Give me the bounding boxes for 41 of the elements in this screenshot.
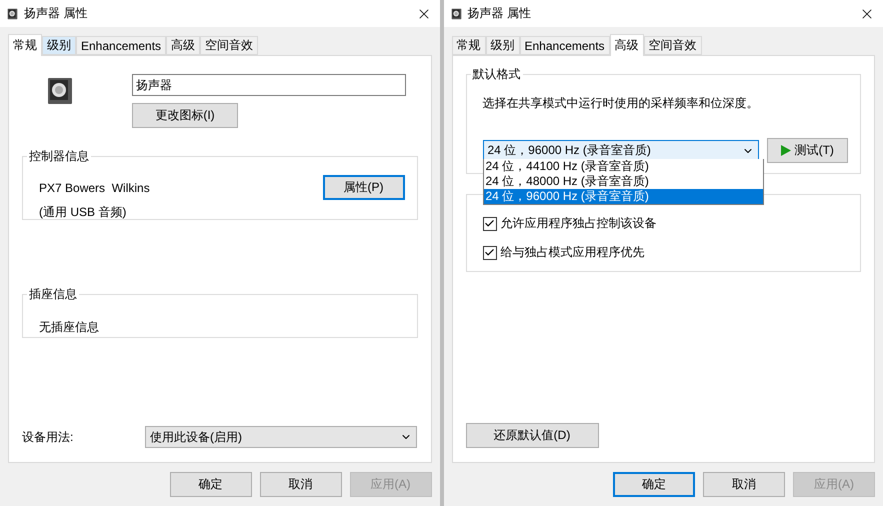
check-icon (484, 218, 495, 229)
speaker-icon (47, 76, 73, 106)
usage-label: 设备用法: (22, 428, 74, 446)
checkbox-label: 给与独占模式应用程序优先 (500, 244, 644, 261)
properties-button[interactable]: 属性(P) (322, 175, 404, 200)
speaker-icon (450, 8, 462, 20)
play-icon (780, 145, 791, 156)
dialog-button[interactable]: 确定 (170, 472, 252, 497)
tab[interactable]: 空间音效 (644, 36, 702, 55)
window-title: 扬声器 属性 (468, 5, 532, 22)
format-description: 选择在共享模式中运行时使用的采样频率和位深度。 (482, 96, 758, 110)
checkbox[interactable] (482, 216, 496, 230)
usage-select[interactable]: 使用此设备(启用) (145, 426, 417, 448)
tab[interactable]: 高级 (610, 34, 644, 56)
check-icon (484, 247, 495, 258)
jack-info: 无插座信息 (39, 320, 99, 334)
group-title: 控制器信息 (28, 148, 90, 165)
tab[interactable]: 常规 (452, 36, 486, 55)
tab[interactable]: 常规 (8, 34, 42, 56)
restore-defaults-button[interactable]: 还原默认值(D) (466, 423, 598, 448)
checkbox[interactable] (482, 246, 496, 260)
speaker-icon (7, 8, 18, 20)
dialog-button[interactable]: 取消 (260, 472, 342, 497)
dropdown-option[interactable]: 24 位，96000 Hz (录音室音质) (484, 189, 762, 204)
device-name: PX7 Bowers Wilkins (39, 180, 150, 194)
tab[interactable]: Enhancements (520, 36, 610, 55)
tab[interactable]: 级别 (42, 36, 76, 55)
dialog-button[interactable]: 取消 (703, 472, 785, 497)
dialog-button[interactable]: 确定 (613, 472, 695, 497)
group-title: 默认格式 (472, 66, 522, 83)
change-icon-button[interactable]: 更改图标(I) (132, 103, 238, 128)
test-button[interactable]: 测试(T) (766, 138, 848, 163)
name-field[interactable]: 扬声器 (132, 74, 406, 96)
device-type: (通用 USB 音频) (39, 205, 126, 219)
tab[interactable]: 空间音效 (200, 36, 258, 55)
group-title: 插座信息 (28, 286, 78, 303)
tab[interactable]: 高级 (166, 36, 200, 55)
checkbox-label: 允许应用程序独占控制该设备 (500, 215, 656, 232)
window-title: 扬声器 属性 (24, 5, 88, 22)
tab[interactable]: Enhancements (76, 36, 166, 55)
tab[interactable]: 级别 (486, 36, 520, 55)
